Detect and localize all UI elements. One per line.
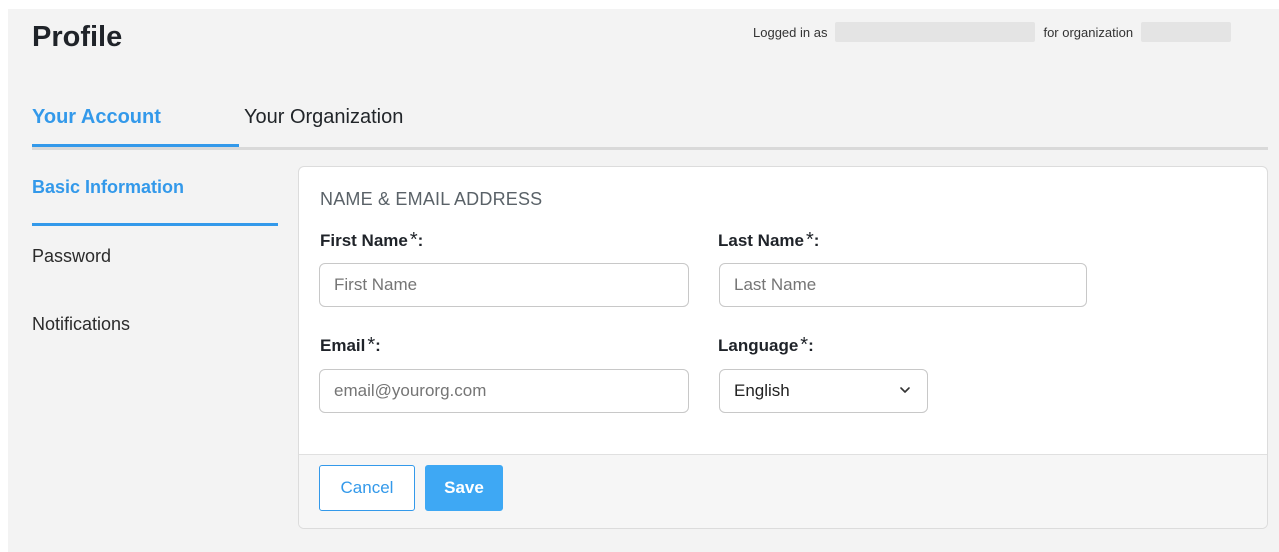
section-title: NAME & EMAIL ADDRESS: [320, 189, 543, 209]
chevron-down-icon: [899, 370, 911, 428]
card-footer: Cancel Save: [299, 454, 1267, 528]
card-body: NAME & EMAIL ADDRESS First Name*: Last N…: [299, 167, 1267, 455]
first-name-label: First Name *:: [320, 229, 423, 252]
last-name-input[interactable]: [719, 263, 1087, 307]
email-label: Email *:: [320, 334, 381, 357]
cancel-button[interactable]: Cancel: [319, 465, 415, 511]
tab-your-organization[interactable]: Your Organization: [244, 95, 403, 144]
label-colon: :: [813, 231, 820, 250]
email-label-text: Email: [320, 336, 366, 355]
redacted-username: [835, 22, 1036, 42]
label-colon: :: [375, 336, 381, 355]
language-label-text: Language: [718, 336, 799, 355]
required-marker: *: [409, 229, 418, 251]
redacted-organization: [1141, 22, 1232, 42]
label-colon: :: [808, 336, 814, 355]
sidebar-item-notifications[interactable]: Notifications: [32, 314, 278, 382]
language-select[interactable]: English: [719, 369, 928, 413]
login-info: Logged in as for organization: [753, 19, 1232, 45]
email-input[interactable]: [319, 369, 689, 413]
basic-information-card: NAME & EMAIL ADDRESS First Name*: Last N…: [298, 166, 1268, 529]
for-organization-label: for organization: [1043, 24, 1134, 40]
profile-tabs: Your Account Your Organization: [32, 95, 1268, 150]
required-marker: *: [367, 334, 376, 356]
save-button[interactable]: Save: [425, 465, 503, 511]
sidebar-item-basic-information[interactable]: Basic Information: [32, 177, 278, 226]
profile-page: Profile Logged in as for organization Yo…: [8, 9, 1279, 552]
required-marker: *: [800, 334, 809, 356]
page-title: Profile: [32, 21, 123, 53]
tab-your-account[interactable]: Your Account: [32, 95, 239, 147]
language-label: Language *:: [718, 334, 814, 357]
last-name-label-text: Last Name: [718, 231, 804, 250]
first-name-label-text: First Name: [320, 231, 408, 250]
first-name-input[interactable]: [319, 263, 689, 307]
required-marker: *: [805, 229, 814, 251]
label-colon: :: [417, 231, 424, 250]
logged-in-as-label: Logged in as: [753, 24, 828, 40]
sidebar: Basic Information Password Notifications: [32, 177, 278, 382]
last-name-label: Last Name *:: [718, 229, 819, 252]
language-select-value: English: [734, 381, 790, 400]
sidebar-item-password[interactable]: Password: [32, 246, 278, 314]
